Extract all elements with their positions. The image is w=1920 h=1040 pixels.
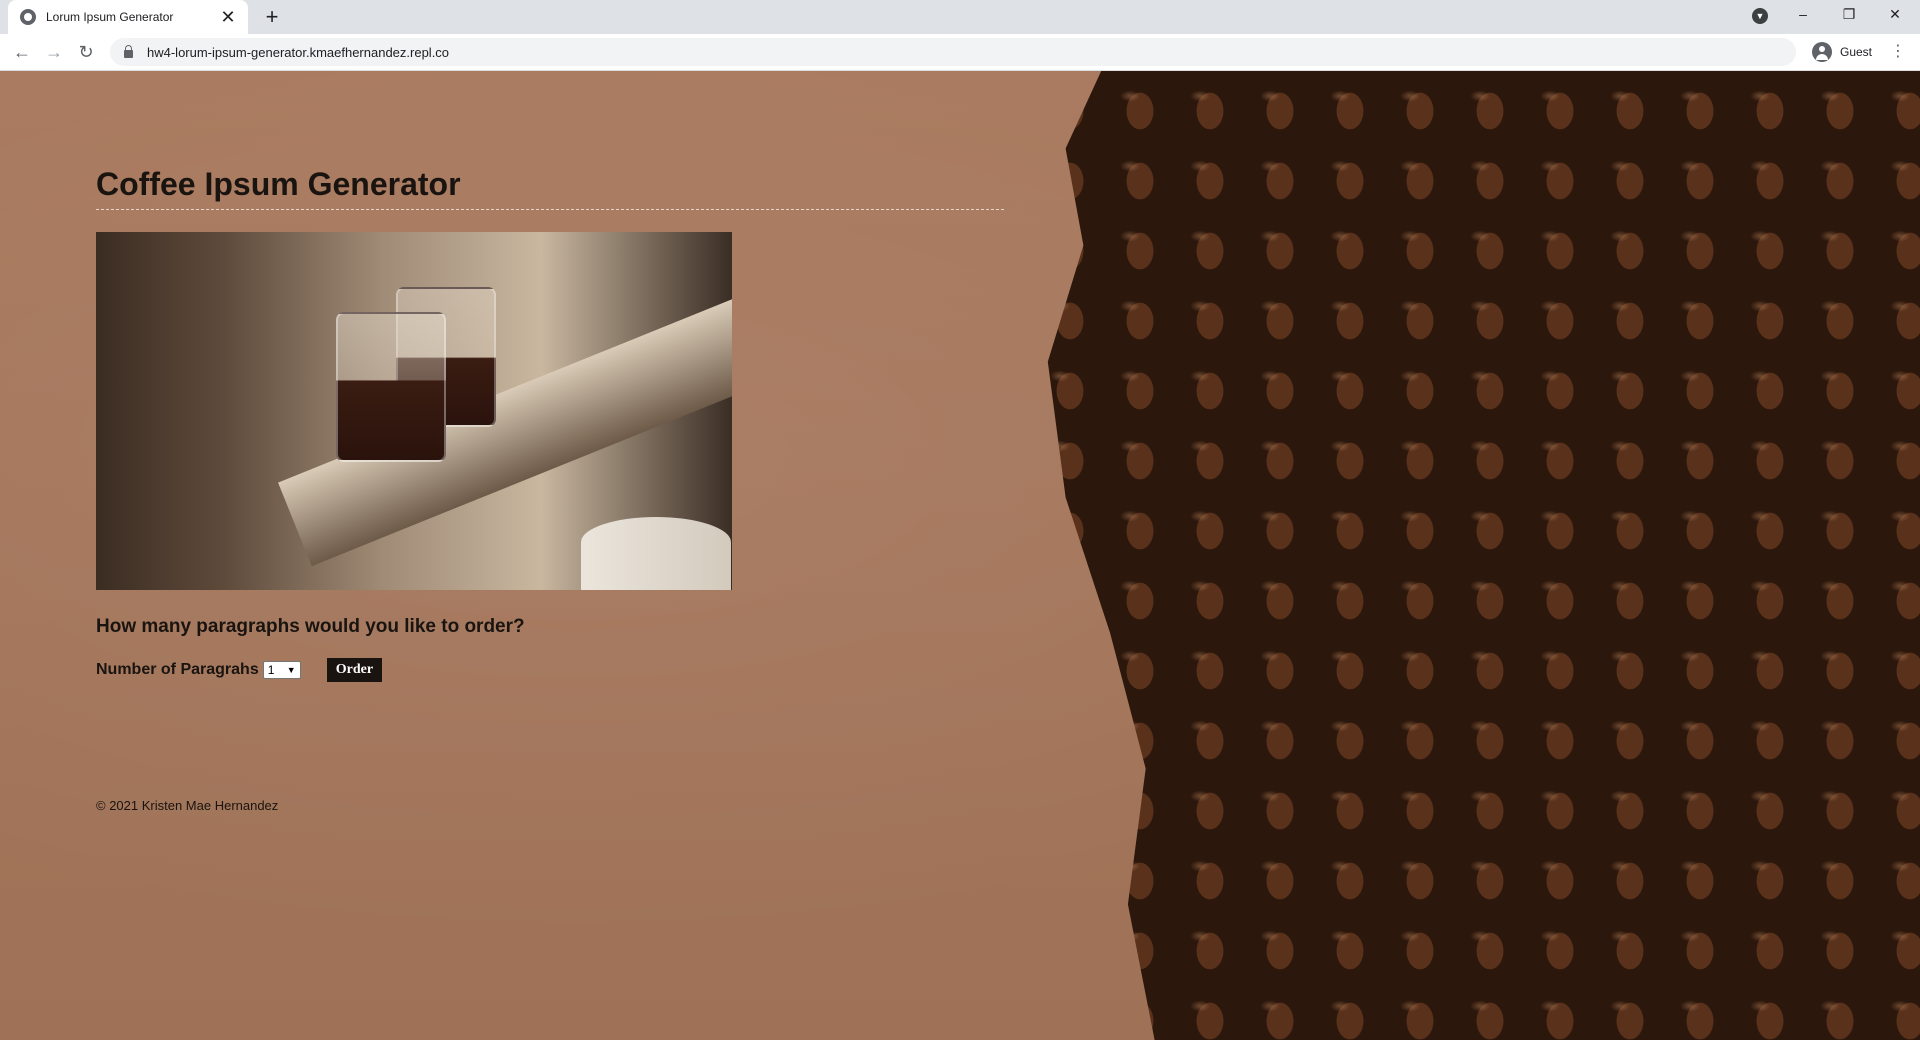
- active-tab[interactable]: Lorum Ipsum Generator ✕: [8, 0, 248, 34]
- lock-icon[interactable]: [124, 44, 133, 58]
- globe-icon: [20, 9, 36, 25]
- paragraphs-label: Number of Paragrahs: [96, 661, 259, 678]
- new-tab-button[interactable]: +: [258, 4, 286, 32]
- espresso-hero-image: [96, 232, 732, 590]
- chevron-down-icon: ▼: [286, 665, 296, 675]
- shot-glass-front: [336, 312, 446, 462]
- profile-label: Guest: [1840, 45, 1873, 59]
- coffee-beans-background: [1047, 71, 1920, 1040]
- address-bar[interactable]: hw4-lorum-ipsum-generator.kmaefhernandez…: [110, 38, 1796, 66]
- profile-button[interactable]: Guest: [1806, 39, 1878, 65]
- paper-cup-shape: [581, 517, 731, 590]
- close-window-button[interactable]: ✕: [1872, 0, 1918, 30]
- page-title: Coffee Ipsum Generator: [96, 166, 1004, 210]
- paragraphs-select[interactable]: 1 ▼: [262, 661, 301, 679]
- forward-icon[interactable]: →: [40, 38, 68, 66]
- tab-search-icon[interactable]: ▼: [1752, 8, 1768, 24]
- reload-icon[interactable]: ↻: [72, 38, 100, 66]
- avatar-icon: [1812, 42, 1832, 62]
- minimize-button[interactable]: –: [1780, 0, 1826, 30]
- browser-toolbar: ← → ↻ hw4-lorum-ipsum-generator.kmaefher…: [0, 34, 1920, 71]
- bean-highlights: [1047, 71, 1920, 1040]
- order-form: Number of Paragrahs 1 ▼ Order: [96, 658, 1004, 682]
- page-viewport: Coffee Ipsum Generator How many paragrap…: [0, 71, 1920, 1040]
- tab-title: Lorum Ipsum Generator: [46, 10, 174, 24]
- kebab-menu-icon[interactable]: ⋮: [1886, 38, 1910, 66]
- tab-bar: Lorum Ipsum Generator ✕ + ▼ – ❐ ✕: [0, 0, 1920, 34]
- tab-close-icon[interactable]: ✕: [218, 7, 238, 27]
- order-question: How many paragraphs would you like to or…: [96, 616, 525, 637]
- back-icon[interactable]: ←: [8, 38, 36, 66]
- url-text[interactable]: hw4-lorum-ipsum-generator.kmaefhernandez…: [147, 45, 449, 60]
- order-button[interactable]: Order: [326, 658, 383, 682]
- paragraphs-select-value: 1: [267, 663, 275, 677]
- main-content: Coffee Ipsum Generator How many paragrap…: [96, 166, 1004, 813]
- restore-button[interactable]: ❐: [1826, 0, 1872, 30]
- copyright-footer: © 2021 Kristen Mae Hernandez: [96, 798, 279, 813]
